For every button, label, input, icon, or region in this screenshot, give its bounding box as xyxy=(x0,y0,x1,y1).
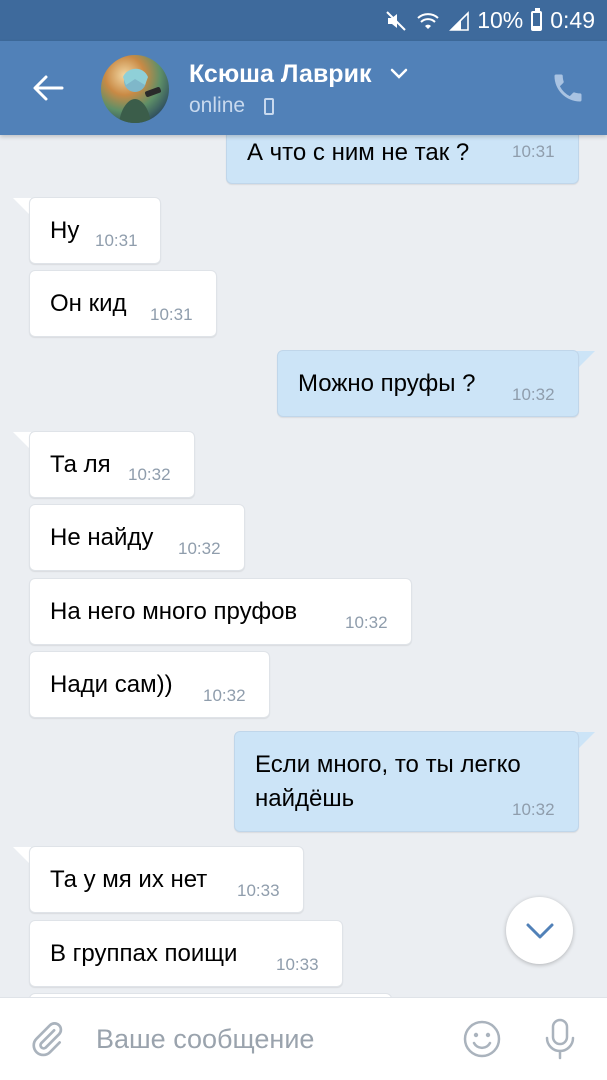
emoji-button[interactable] xyxy=(462,1019,502,1059)
message-text: Та у мя их нет xyxy=(50,866,208,893)
back-arrow-icon xyxy=(33,75,64,101)
message-composer xyxy=(0,997,607,1080)
message-list[interactable]: А что с ним не так ? 10:31 Ну 10:31 Он к… xyxy=(0,135,607,997)
message-text: Можно пруфы ? xyxy=(298,370,476,397)
message-bubble-outgoing[interactable]: А что с ним не так ? 10:31 xyxy=(226,135,579,184)
message-time: 10:32 xyxy=(128,465,171,484)
message-bubble-incoming[interactable]: Не найду 10:32 xyxy=(29,504,245,571)
battery-percent: 10% xyxy=(477,7,524,33)
bubble-tail xyxy=(577,351,595,369)
contact-status: online xyxy=(189,94,246,117)
status-time: 0:49 xyxy=(550,7,595,33)
message-bubble-incoming[interactable]: Нади сам)) 10:32 xyxy=(29,651,270,718)
phone-icon xyxy=(554,74,582,102)
message-text: Ну xyxy=(50,217,80,244)
message-text: Если много, то ты легко найдёшь xyxy=(255,751,521,812)
message-text: В группах поищи xyxy=(50,940,238,967)
message-time: 10:32 xyxy=(512,800,555,819)
message-text: Он кид xyxy=(50,290,127,317)
mobile-icon xyxy=(264,98,274,115)
emoji-icon xyxy=(463,1020,501,1058)
message-text: Нади сам)) xyxy=(50,671,173,698)
message-text: Та ля xyxy=(50,451,111,478)
message-bubble-outgoing[interactable]: Если много, то ты легко найдёшь 10:32 xyxy=(234,731,579,832)
message-text: На него много пруфов xyxy=(50,598,298,625)
message-time: 10:31 xyxy=(512,142,555,161)
scroll-down-button[interactable] xyxy=(506,897,573,964)
chevron-down-icon[interactable] xyxy=(389,67,409,81)
contact-name[interactable]: Ксюша Лаврик xyxy=(189,60,371,89)
message-bubble-incoming[interactable]: Та у мя их нет 10:33 xyxy=(29,846,304,913)
message-time: 10:31 xyxy=(95,231,138,250)
chat-header: Ксюша Лаврик online xyxy=(0,41,607,135)
signal-icon xyxy=(449,10,469,31)
microphone-button[interactable] xyxy=(542,1017,578,1061)
message-bubble-incoming[interactable]: В группах поищи 10:33 xyxy=(29,920,343,987)
message-time: 10:33 xyxy=(237,881,280,900)
message-time: 10:32 xyxy=(512,385,555,404)
paperclip-icon xyxy=(32,1022,63,1057)
message-input[interactable] xyxy=(96,1018,426,1060)
message-time: 10:32 xyxy=(345,613,388,632)
battery-icon xyxy=(531,7,543,31)
message-bubble-outgoing[interactable]: Можно пруфы ? 10:32 xyxy=(277,350,579,417)
message-time: 10:31 xyxy=(150,305,193,324)
message-bubble-incoming[interactable]: Та ля 10:32 xyxy=(29,431,195,498)
wifi-icon xyxy=(417,11,439,31)
message-time: 10:32 xyxy=(203,686,246,705)
message-bubble-incoming[interactable]: Он кид 10:31 xyxy=(29,270,217,337)
call-button[interactable] xyxy=(550,70,586,106)
microphone-icon xyxy=(545,1018,575,1060)
avatar[interactable] xyxy=(101,55,169,123)
message-time: 10:33 xyxy=(276,955,319,974)
attach-button[interactable] xyxy=(28,1020,66,1058)
back-button[interactable] xyxy=(28,68,68,108)
status-bar: 10% 0:49 xyxy=(0,0,607,41)
message-text: Не найду xyxy=(50,524,154,551)
bubble-tail xyxy=(577,732,595,750)
chevron-down-icon xyxy=(526,923,553,938)
message-bubble-incoming[interactable]: Ну 10:31 xyxy=(29,197,161,264)
mute-icon xyxy=(385,10,407,32)
message-bubble-incoming[interactable]: На него много пруфов 10:32 xyxy=(29,578,412,645)
message-text: А что с ним не так ? xyxy=(247,139,470,166)
message-time: 10:32 xyxy=(178,539,221,558)
